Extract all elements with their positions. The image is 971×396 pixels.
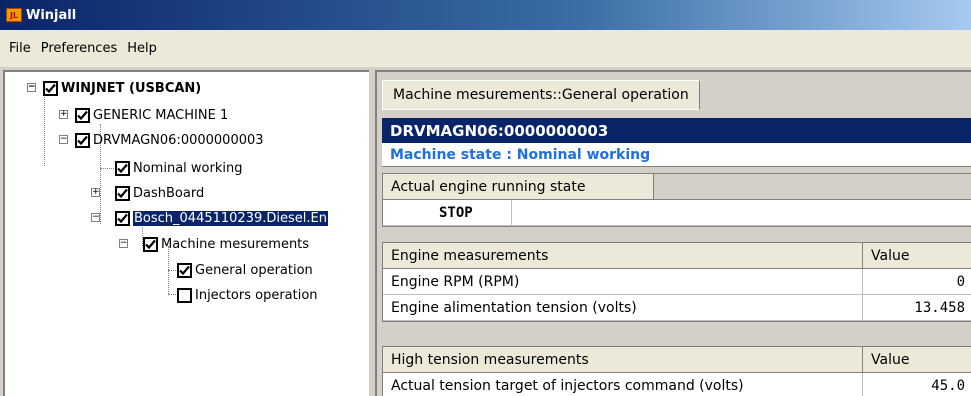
collapse-icon[interactable]: − [119,239,128,248]
tree-node-label: Injectors operation [195,287,318,303]
running-state-grid: Actual engine running state STOP [382,173,971,227]
menu-file[interactable]: File [4,41,36,56]
measurement-panel: Machine mesurements::General operation D… [375,70,971,396]
high-tension-grid: High tension measurements Value Actual t… [382,346,971,396]
checkbox-checked-icon[interactable] [115,160,130,176]
tree-connector [100,168,114,169]
grid-header-filler [654,174,971,200]
machine-state: Machine state : Nominal working [382,143,971,167]
tree-node-bosch-diesel[interactable]: − Bosch_0445110239.Diesel.En [91,208,329,228]
tree-connector [44,90,45,166]
collapse-icon[interactable]: − [91,213,100,222]
checkbox-checked-icon[interactable] [115,210,130,226]
collapse-icon[interactable]: − [59,135,68,144]
tree-node-label: Machine mesurements [161,236,310,252]
tree-node-label: DRVMAGN06:0000000003 [93,132,264,148]
injector-tension-value: 45.0 [863,373,971,396]
engine-value-header: Value [863,243,971,269]
collapse-icon[interactable]: − [27,83,36,92]
winjall-app-icon: JL [6,8,22,22]
checkbox-checked-icon[interactable] [143,236,158,252]
tree-node-generic-machine[interactable]: + GENERIC MACHINE 1 [59,105,228,125]
tree-node-machine-mesurements[interactable]: − Machine mesurements [119,234,309,254]
checkbox-checked-icon[interactable] [115,185,130,201]
tree-node-nominal-working[interactable]: Nominal working [115,158,242,178]
engine-rpm-label: Engine RPM (RPM) [383,269,863,295]
expand-icon[interactable]: + [59,110,68,119]
engine-tension-value: 13.458 [863,295,971,321]
menu-preferences[interactable]: Preferences [36,41,122,56]
tree-node-drvmagn06[interactable]: − DRVMAGN06:0000000003 [59,130,264,150]
tree-node-label: DashBoard [133,185,205,201]
tree-node-label: Nominal working [133,160,243,176]
tree-node-winjnet[interactable]: − WINJNET (USBCAN) [27,78,201,98]
checkbox-checked-icon[interactable] [43,80,58,96]
tree-node-general-operation[interactable]: General operation [177,260,313,280]
tree-node-dashboard[interactable]: + DashBoard [91,183,204,203]
running-state-value: STOP [383,200,512,226]
tab-general-operation[interactable]: Machine mesurements::General operation [382,80,700,110]
tree-node-injectors-operation[interactable]: Injectors operation [177,285,318,305]
checkbox-checked-icon[interactable] [75,107,90,123]
machine-header: DRVMAGN06:0000000003 [382,118,971,143]
title-bar: JL Winjall [0,0,971,30]
checkbox-checked-icon[interactable] [75,132,90,148]
tree-node-label: GENERIC MACHINE 1 [93,107,229,123]
injector-tension-label: Actual tension target of injectors comma… [383,373,863,396]
window-title: Winjall [26,7,77,23]
expand-icon[interactable]: + [91,188,100,197]
tree-node-label: WINJNET (USBCAN) [61,80,202,96]
engine-measurements-header: Engine measurements [383,243,863,269]
tree-node-label: Bosch_0445110239.Diesel.En [132,209,329,227]
engine-measurements-grid: Engine measurements Value Engine RPM (RP… [382,242,971,322]
tree-view[interactable]: − WINJNET (USBCAN) + GENERIC MACHINE 1 −… [3,70,369,396]
checkbox-unchecked-icon[interactable] [177,287,192,303]
engine-tension-label: Engine alimentation tension (volts) [383,295,863,321]
grid-cell-empty [512,200,971,226]
running-state-header: Actual engine running state [383,174,654,200]
high-tension-header: High tension measurements [383,347,863,373]
checkbox-checked-icon[interactable] [177,262,192,278]
menu-help[interactable]: Help [122,41,162,56]
engine-rpm-value: 0 [863,269,971,295]
tree-node-label: General operation [195,262,313,278]
high-tension-value-header: Value [863,347,971,373]
menu-bar: File Preferences Help [0,30,971,67]
